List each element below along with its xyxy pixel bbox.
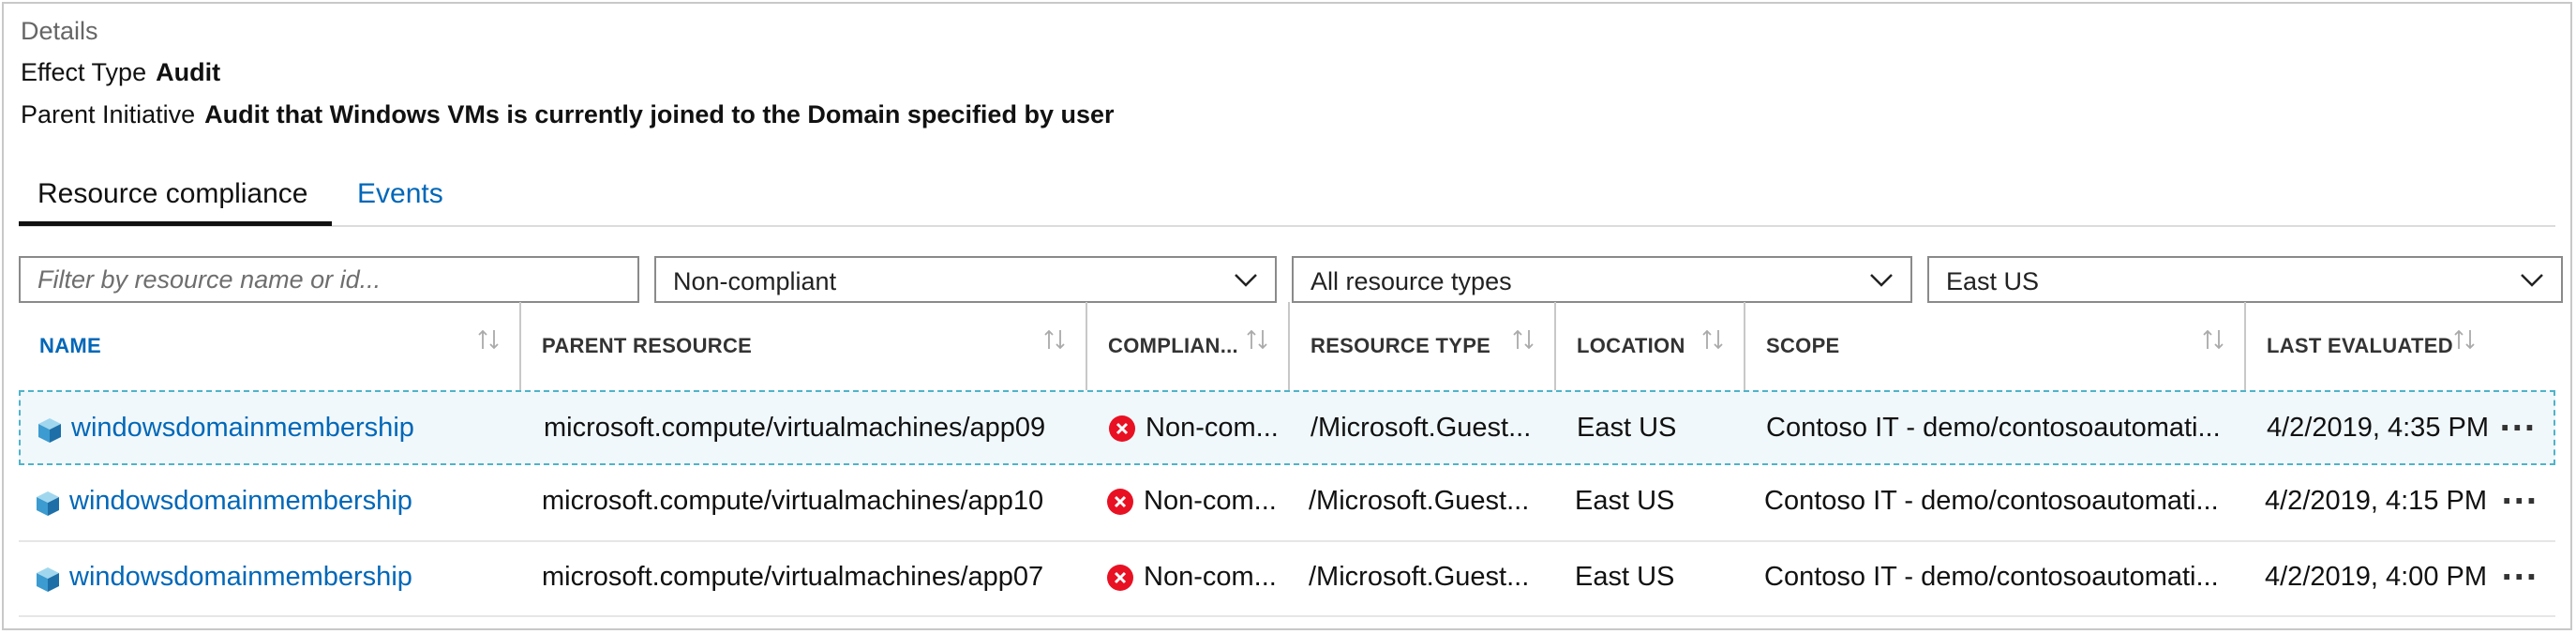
chevron-down-icon [2521, 274, 2543, 287]
compliance-state-cell: Non-com... [1146, 413, 1279, 443]
column-header-scope[interactable]: SCOPE [1745, 315, 2244, 390]
resource-type-cell: /Microsoft.Guest... [1310, 413, 1532, 443]
compliance-state-dropdown[interactable]: Non-compliant [654, 256, 1277, 303]
effect-type-value: Audit [156, 58, 221, 86]
sort-arrows-icon[interactable] [2201, 326, 2225, 353]
sort-arrows-icon[interactable] [1511, 326, 1535, 353]
resource-type-dropdown[interactable]: All resource types [1292, 256, 1912, 303]
cube-icon [38, 418, 61, 443]
parent-initiative-value: Audit that Windows VMs is currently join… [204, 100, 1115, 128]
scope-cell: Contoso IT - demo/contosoautomati... [1764, 486, 2219, 516]
column-header-label: SCOPE [1766, 334, 1840, 357]
search-input[interactable] [21, 258, 637, 301]
column-header-last-evaluated[interactable]: LAST EVALUATED [2246, 315, 2555, 390]
tabs-divider [19, 225, 2555, 227]
cube-icon [37, 491, 59, 516]
active-tab-indicator [19, 221, 332, 226]
resource-name-link[interactable]: windowsdomainmembership [69, 562, 510, 593]
error-circle-icon [1109, 415, 1135, 442]
sort-arrows-icon[interactable] [1700, 326, 1725, 353]
more-actions-button[interactable]: ... [2502, 471, 2539, 513]
section-title: Details [21, 17, 98, 45]
parent-resource-cell: microsoft.compute/virtualmachines/app10 [542, 486, 1044, 516]
column-header-resource-type[interactable]: RESOURCE TYPE [1290, 315, 1554, 390]
column-header-label: LOCATION [1577, 334, 1685, 357]
effect-type-row: Effect Type Audit [21, 58, 220, 87]
compliance-state-cell: Non-com... [1144, 486, 1277, 516]
resource-name-link[interactable]: windowsdomainmembership [69, 486, 510, 517]
location-value: East US [1946, 267, 2040, 295]
parent-resource-cell: microsoft.compute/virtualmachines/app07 [542, 562, 1044, 592]
table-row[interactable]: windowsdomainmembership microsoft.comput… [19, 465, 2555, 540]
location-cell: East US [1575, 486, 1675, 516]
resource-name-link[interactable]: windowsdomainmembership [71, 413, 512, 444]
scope-cell: Contoso IT - demo/contosoautomati... [1764, 562, 2219, 592]
tab-events[interactable]: Events [357, 178, 443, 210]
column-header-location[interactable]: LOCATION [1556, 315, 1744, 390]
compliance-state-cell: Non-com... [1144, 562, 1277, 592]
sort-arrows-icon[interactable] [1042, 326, 1067, 353]
resource-type-value: All resource types [1310, 267, 1512, 295]
column-header-name[interactable]: NAME [19, 315, 519, 390]
table-row[interactable]: windowsdomainmembership microsoft.comput… [19, 390, 2555, 465]
location-cell: East US [1575, 562, 1675, 592]
more-actions-button[interactable]: ... [2500, 398, 2537, 440]
scope-cell: Contoso IT - demo/contosoautomati... [1766, 413, 2221, 443]
location-dropdown[interactable]: East US [1927, 256, 2563, 303]
column-header-label: NAME [39, 334, 101, 357]
sort-arrows-icon[interactable] [476, 326, 501, 353]
column-header-parent-resource[interactable]: PARENT RESOURCE [521, 315, 1086, 390]
sort-arrows-icon[interactable] [1245, 326, 1269, 353]
table-row[interactable]: windowsdomainmembership microsoft.comput… [19, 541, 2555, 616]
column-header-label: LAST EVALUATED [2267, 334, 2453, 357]
tab-resource-compliance[interactable]: Resource compliance [37, 178, 307, 210]
cube-icon [37, 567, 59, 592]
column-header-label: PARENT RESOURCE [542, 334, 753, 357]
error-circle-icon [1107, 565, 1133, 591]
chevron-down-icon [1235, 274, 1257, 287]
column-header-label: COMPLIAN... [1108, 334, 1238, 357]
chevron-down-icon [1870, 274, 1893, 287]
sort-arrows-icon[interactable] [2452, 326, 2477, 353]
location-cell: East US [1577, 413, 1677, 443]
row-divider [19, 615, 2555, 617]
more-actions-button[interactable]: ... [2502, 547, 2539, 589]
parent-resource-cell: microsoft.compute/virtualmachines/app09 [544, 413, 1046, 443]
resource-type-cell: /Microsoft.Guest... [1309, 562, 1530, 592]
effect-type-label: Effect Type [21, 58, 147, 86]
search-field[interactable] [19, 256, 639, 303]
resource-type-cell: /Microsoft.Guest... [1309, 486, 1530, 516]
column-header-compliance[interactable]: COMPLIAN... [1087, 315, 1288, 390]
parent-initiative-label: Parent Initiative [21, 100, 196, 128]
column-header-label: RESOURCE TYPE [1310, 334, 1491, 357]
parent-initiative-row: Parent Initiative Audit that Windows VMs … [21, 100, 1115, 129]
error-circle-icon [1107, 489, 1133, 515]
last-evaluated-cell: 4/2/2019, 4:35 PM [2267, 413, 2489, 443]
last-evaluated-cell: 4/2/2019, 4:15 PM [2265, 486, 2487, 516]
compliance-state-value: Non-compliant [673, 267, 837, 295]
last-evaluated-cell: 4/2/2019, 4:00 PM [2265, 562, 2487, 592]
